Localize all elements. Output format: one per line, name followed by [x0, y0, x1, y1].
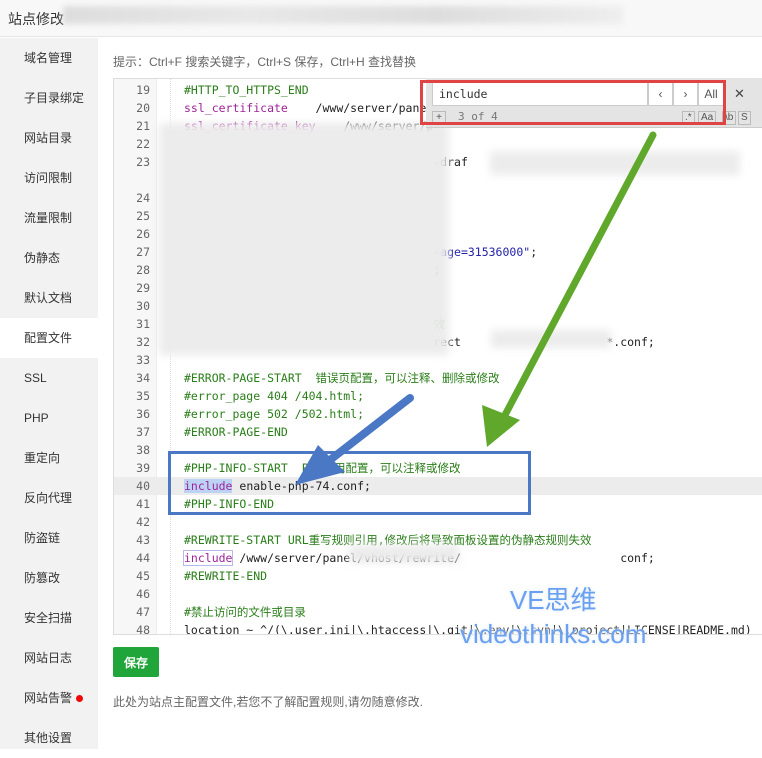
blue-arrow: [295, 394, 414, 485]
config-warning-note: 此处为站点主配置文件,若您不了解配置规则,请勿随意修改.: [113, 695, 424, 709]
save-button[interactable]: 保存: [113, 647, 159, 677]
watermark-line2: videothinks.com: [460, 619, 647, 649]
watermark-line1: VE思维: [509, 585, 597, 615]
annotation-arrows: [295, 131, 657, 485]
green-arrow: [482, 131, 657, 447]
watermark: VE思维 videothinks.com: [460, 583, 646, 651]
